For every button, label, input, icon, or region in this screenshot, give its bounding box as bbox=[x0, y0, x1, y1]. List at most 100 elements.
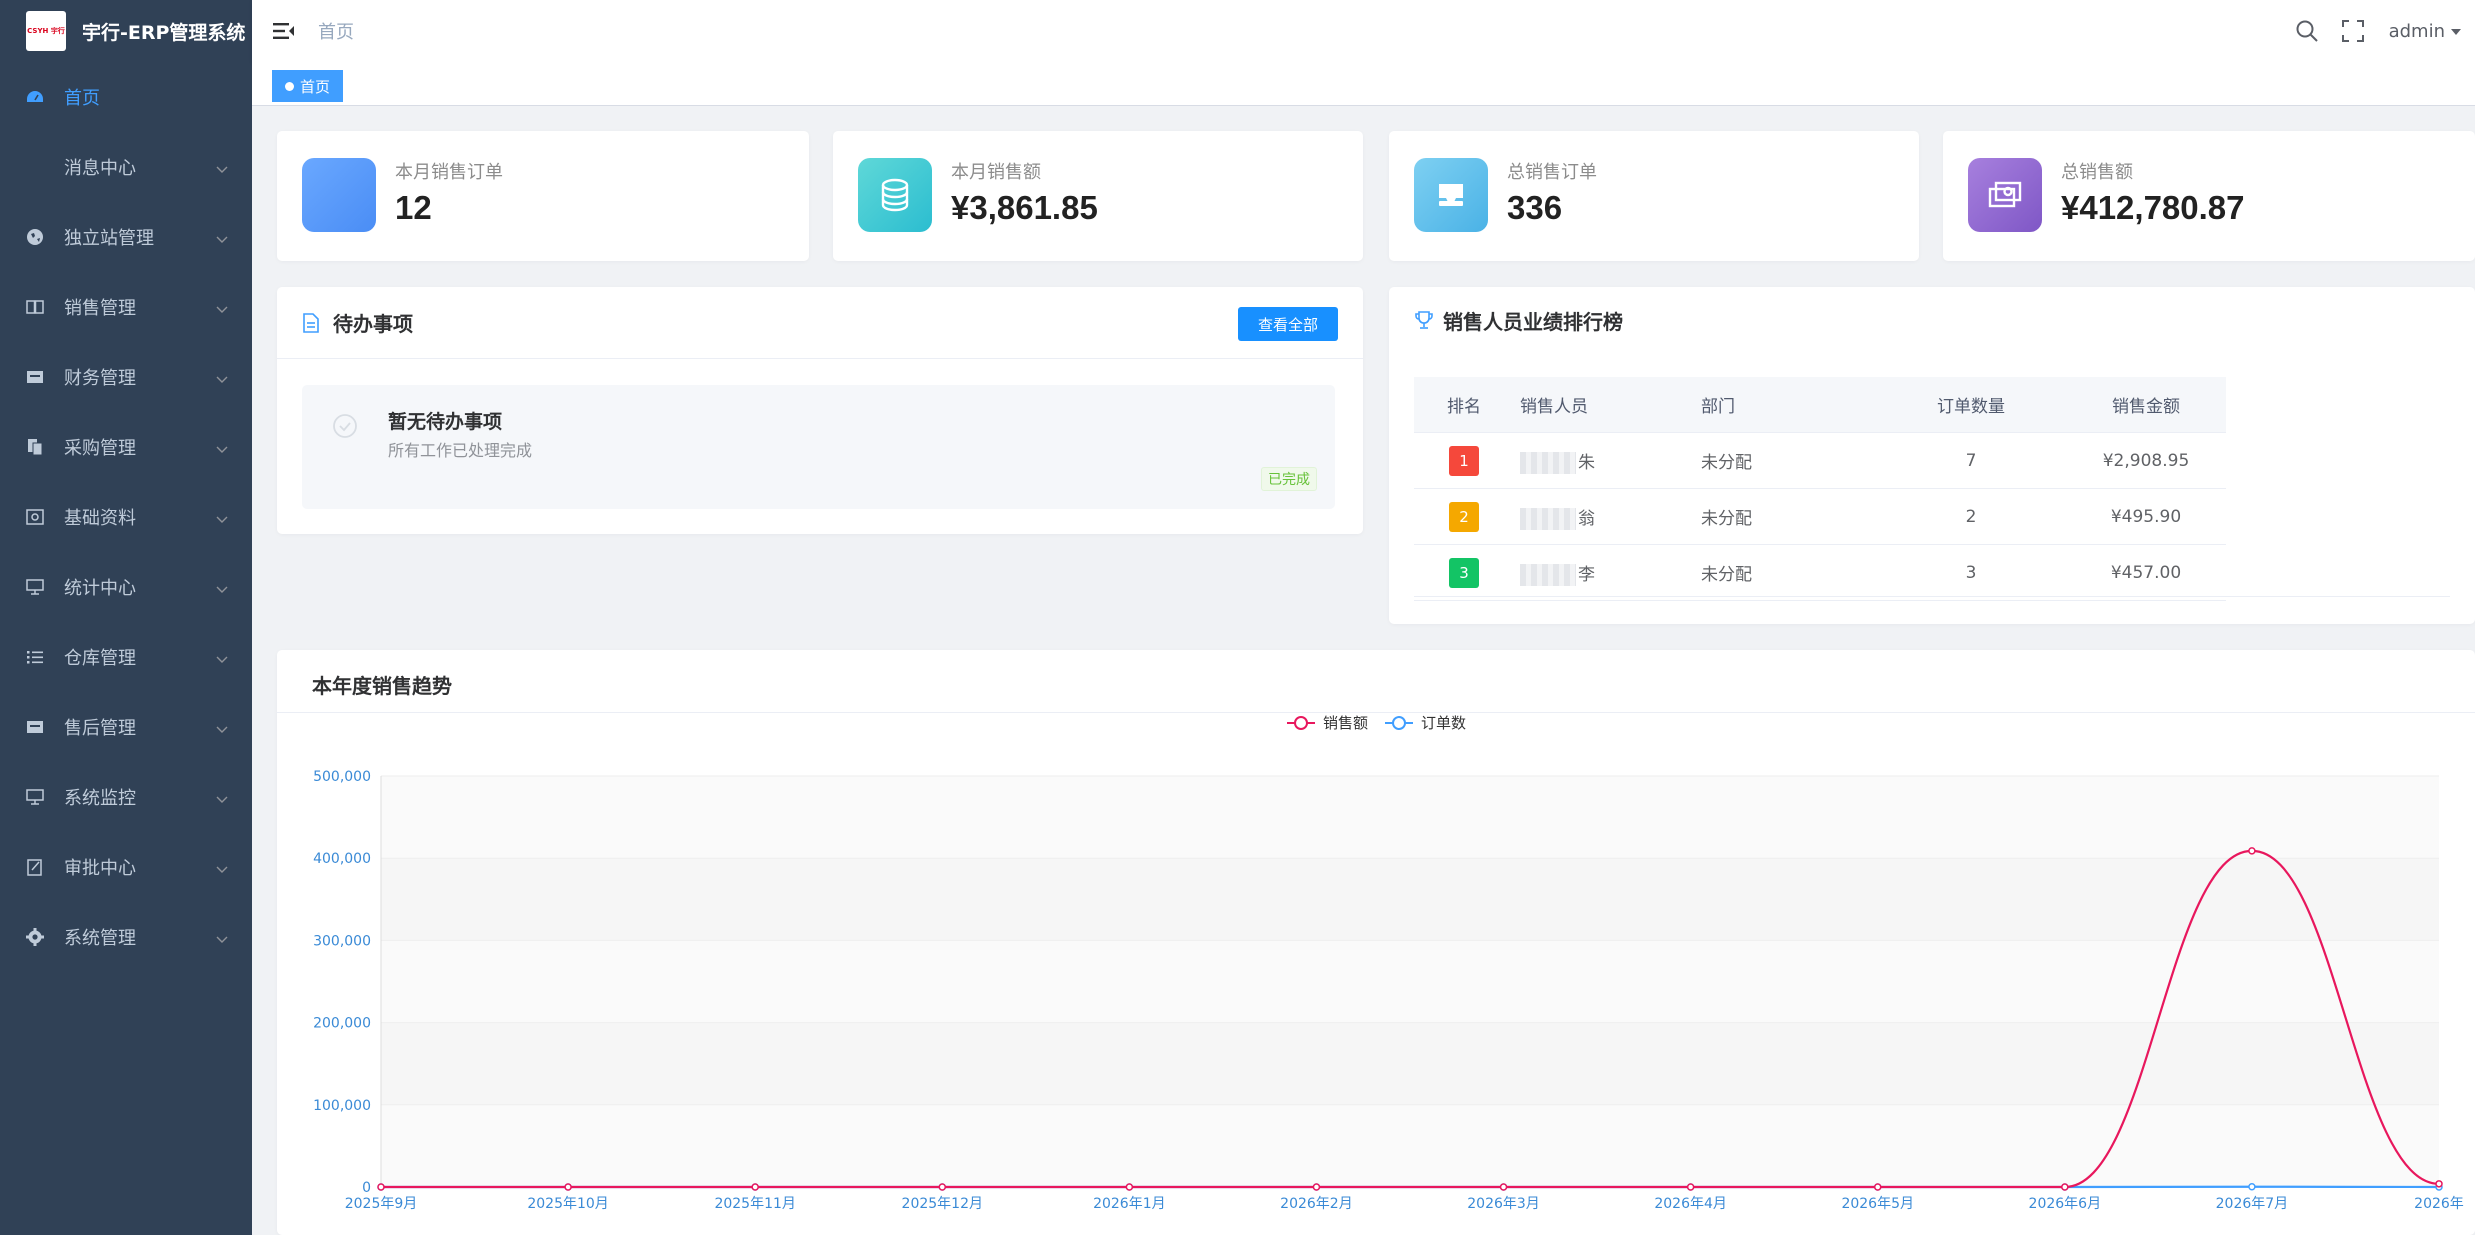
table-row[interactable]: 1 朱 未分配 7 ¥2,908.95 bbox=[1414, 433, 2226, 489]
todo-panel: 待办事项 查看全部 暂无待办事项 所有工作已处理完成 已完成 bbox=[277, 287, 1363, 534]
todo-title: 待办事项 bbox=[333, 312, 413, 336]
navbar-right: admin bbox=[2293, 0, 2461, 62]
column-header[interactable]: 部门 bbox=[1701, 392, 1871, 417]
qty-cell: 7 bbox=[1965, 450, 1977, 471]
qty-cell: 2 bbox=[1965, 506, 1977, 527]
database-icon bbox=[26, 508, 44, 526]
x-tick-label: 2026年3月 bbox=[1467, 1196, 1540, 1212]
column-header[interactable]: 排名 bbox=[1414, 392, 1514, 417]
stat-label: 本月销售订单 bbox=[395, 162, 503, 183]
chevron-down-icon bbox=[216, 158, 228, 179]
sidebar-item-6[interactable]: 基础资料 bbox=[0, 482, 252, 552]
x-tick-label: 2026年 bbox=[2414, 1196, 2464, 1212]
rank-cell: 1 bbox=[1414, 445, 1514, 476]
grid-band bbox=[381, 858, 2439, 941]
todo-header: 待办事项 查看全部 bbox=[277, 287, 1363, 359]
y-tick-label: 200,000 bbox=[313, 1016, 371, 1032]
y-tick-label: 400,000 bbox=[313, 851, 371, 867]
amount-cell: ¥457.00 bbox=[2110, 562, 2182, 583]
rank-badge: 1 bbox=[1449, 445, 1479, 476]
ranking-header: 销售人员业绩排行榜 bbox=[1389, 287, 2475, 353]
x-tick-label: 2026年6月 bbox=[2029, 1196, 2102, 1212]
sidebar-item-11[interactable]: 审批中心 bbox=[0, 832, 252, 902]
data-point bbox=[2248, 847, 2256, 855]
dashboard-icon bbox=[26, 88, 44, 106]
amount-cell: ¥495.90 bbox=[2110, 506, 2182, 527]
sidebar-item-4[interactable]: 财务管理 bbox=[0, 342, 252, 412]
chevron-down-icon bbox=[216, 648, 228, 669]
x-tick-label: 2025年10月 bbox=[527, 1196, 608, 1212]
blank-icon bbox=[302, 158, 376, 232]
column-header[interactable]: 销售金额 bbox=[2071, 392, 2221, 417]
sidebar-item-1[interactable]: 消息中心 bbox=[0, 132, 252, 202]
caret-down-icon bbox=[2451, 28, 2461, 35]
chevron-down-icon bbox=[216, 298, 228, 319]
fullscreen-icon[interactable] bbox=[2339, 17, 2367, 45]
hamburger-toggle[interactable] bbox=[272, 19, 296, 43]
sales-trend-chart[interactable]: 0 100,000 200,000 300,000 400,000 500,000 2025… bbox=[277, 650, 2475, 1235]
logo-area[interactable]: CSYH 宇行 宇行-ERP管理系统 bbox=[0, 0, 252, 62]
sidebar: CSYH 宇行 宇行-ERP管理系统 首页 消息中心 独立站管理 销售管理 财务管理 采购… bbox=[0, 0, 252, 1235]
grid-band bbox=[381, 776, 2439, 859]
stat-label: 本月销售额 bbox=[951, 162, 1041, 183]
sidebar-item-12[interactable]: 系统管理 bbox=[0, 902, 252, 972]
qty-cell: 3 bbox=[1965, 562, 1977, 583]
grid-band bbox=[381, 940, 2439, 1023]
column-header[interactable]: 销售人员 bbox=[1514, 392, 1701, 417]
data-point bbox=[1499, 1183, 1508, 1191]
sidebar-item-9[interactable]: 售后管理 bbox=[0, 692, 252, 762]
table-row[interactable]: 2 翁 未分配 2 ¥495.90 bbox=[1414, 489, 2226, 545]
rank-badge: 2 bbox=[1449, 501, 1479, 532]
legend-marker bbox=[1294, 716, 1308, 730]
data-point bbox=[564, 1183, 572, 1191]
menu-fold-icon bbox=[273, 23, 294, 39]
chevron-down-icon bbox=[216, 718, 228, 739]
chevron-down-icon bbox=[216, 578, 228, 599]
edit-icon bbox=[26, 858, 44, 876]
sidebar-item-5[interactable]: 采购管理 bbox=[0, 412, 252, 482]
rank-cell: 2 bbox=[1414, 501, 1514, 532]
trophy-icon bbox=[1415, 311, 1433, 329]
chevron-down-icon bbox=[216, 368, 228, 389]
x-tick-label: 2025年12月 bbox=[902, 1196, 983, 1212]
tag-home[interactable]: 首页 bbox=[272, 70, 344, 102]
search-icon[interactable] bbox=[2293, 17, 2321, 45]
check-circle-icon bbox=[333, 414, 357, 438]
sidebar-item-7[interactable]: 统计中心 bbox=[0, 552, 252, 622]
stat-card-total-sales: 总销售额 ¥412,780.87 bbox=[1943, 131, 2475, 261]
user-dropdown[interactable]: admin bbox=[2389, 21, 2461, 42]
data-point bbox=[377, 1183, 385, 1191]
chevron-down-icon bbox=[216, 858, 228, 879]
sidebar-item-10[interactable]: 系统监控 bbox=[0, 762, 252, 832]
dept-cell: 未分配 bbox=[1701, 565, 1752, 585]
list-icon bbox=[26, 648, 44, 666]
stat-value: ¥3,861.85 bbox=[951, 189, 1098, 226]
stat-card-total-orders: 总销售订单 336 bbox=[1389, 131, 1919, 261]
x-tick-label: 2026年4月 bbox=[1654, 1196, 1727, 1212]
tag-label: 首页 bbox=[300, 77, 331, 96]
completed-badge: 已完成 bbox=[1261, 467, 1317, 491]
tray-icon bbox=[1414, 158, 1488, 232]
chevron-down-icon bbox=[216, 228, 228, 249]
sidebar-item-2[interactable]: 独立站管理 bbox=[0, 202, 252, 272]
x-tick-label: 2026年5月 bbox=[1841, 1196, 1914, 1212]
todo-empty-subtitle: 所有工作已处理完成 bbox=[388, 441, 533, 460]
y-tick-label: 300,000 bbox=[313, 933, 371, 949]
monitor-icon bbox=[26, 578, 44, 596]
sidebar-item-8[interactable]: 仓库管理 bbox=[0, 622, 252, 692]
todo-empty-state: 暂无待办事项 所有工作已处理完成 已完成 bbox=[302, 385, 1335, 509]
sidebar-item-3[interactable]: 销售管理 bbox=[0, 272, 252, 342]
chevron-down-icon bbox=[216, 508, 228, 529]
sidebar-item-0[interactable]: 首页 bbox=[0, 62, 252, 132]
legend-label: 订单数 bbox=[1421, 714, 1466, 732]
salesperson-name: 李 bbox=[1578, 564, 1595, 585]
book-icon bbox=[26, 298, 44, 316]
view-all-button[interactable]: 查看全部 bbox=[1237, 307, 1338, 341]
legend-label: 销售额 bbox=[1323, 714, 1368, 732]
table-row[interactable]: 3 李 未分配 3 ¥457.00 bbox=[1414, 545, 2226, 601]
salesperson-cell: 李 bbox=[1514, 560, 1701, 586]
column-header[interactable]: 订单数量 bbox=[1871, 392, 2071, 417]
breadcrumb[interactable]: 首页 bbox=[318, 18, 354, 44]
navbar: 首页 admin bbox=[252, 0, 2475, 62]
salesperson-name: 朱 bbox=[1578, 452, 1595, 473]
